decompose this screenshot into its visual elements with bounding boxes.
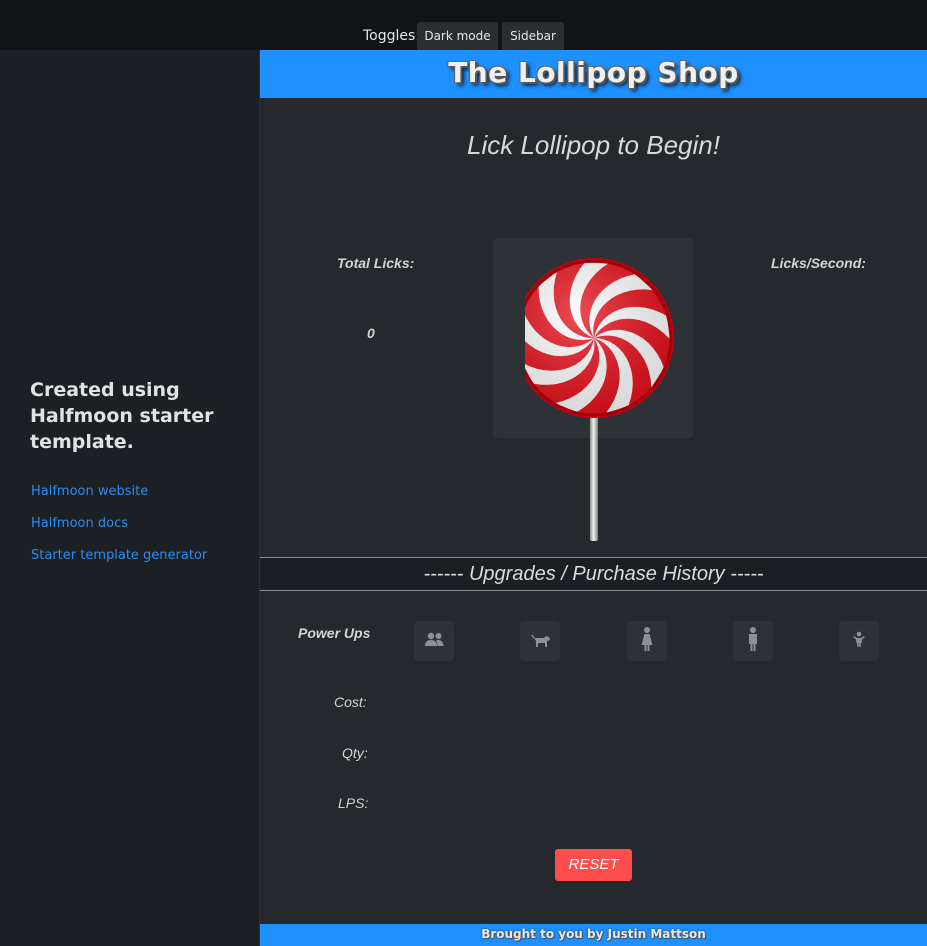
footer-text: Brought to you by Justin Mattson [481,927,706,941]
total-licks-label: Total Licks: [337,255,415,271]
upgrades-title: ------ Upgrades / Purchase History ----- [423,563,764,585]
sidebar-toggle-button[interactable]: Sidebar [502,22,564,50]
man-icon [749,627,757,651]
qty-label: Qty: [342,745,368,761]
child-icon [853,631,865,647]
sidebar-title: Created using Halfmoon starter template. [30,379,214,453]
halfmoon-website-link[interactable]: Halfmoon website [31,484,148,499]
toggles-label: Toggles: [363,28,421,44]
main-content: The Lollipop Shop Lick Lollipop to Begin… [260,50,927,946]
lps-label: LPS: [338,795,369,811]
powerup-users-button[interactable] [414,621,454,661]
lollipop-stick [590,405,598,541]
licks-per-second-label: Licks/Second: [771,255,866,271]
powerup-man-button[interactable] [733,621,773,661]
total-licks-value: 0 [367,325,375,341]
top-navbar: Toggles: Dark mode Sidebar [0,0,927,50]
shop-title: The Lollipop Shop [448,56,739,89]
halfmoon-docs-link[interactable]: Halfmoon docs [31,516,128,531]
powerup-dog-button[interactable] [520,621,560,661]
cost-label: Cost: [334,694,367,710]
dog-icon [531,634,550,647]
lollipop-candy [525,258,674,418]
power-ups-label: Power Ups [298,625,371,641]
divider-bottom [260,590,927,591]
starter-template-generator-link[interactable]: Starter template generator [31,548,207,563]
powerup-child-button[interactable] [839,621,879,661]
users-icon [425,632,444,646]
reset-button[interactable]: RESET [555,849,632,881]
woman-icon [641,627,653,651]
dark-mode-toggle-button[interactable]: Dark mode [417,22,498,50]
powerup-woman-button[interactable] [627,621,667,661]
begin-prompt: Lick Lollipop to Begin! [467,130,720,160]
lollipop-button[interactable] [525,255,687,547]
sidebar: Created using Halfmoon starter template.… [0,50,260,946]
